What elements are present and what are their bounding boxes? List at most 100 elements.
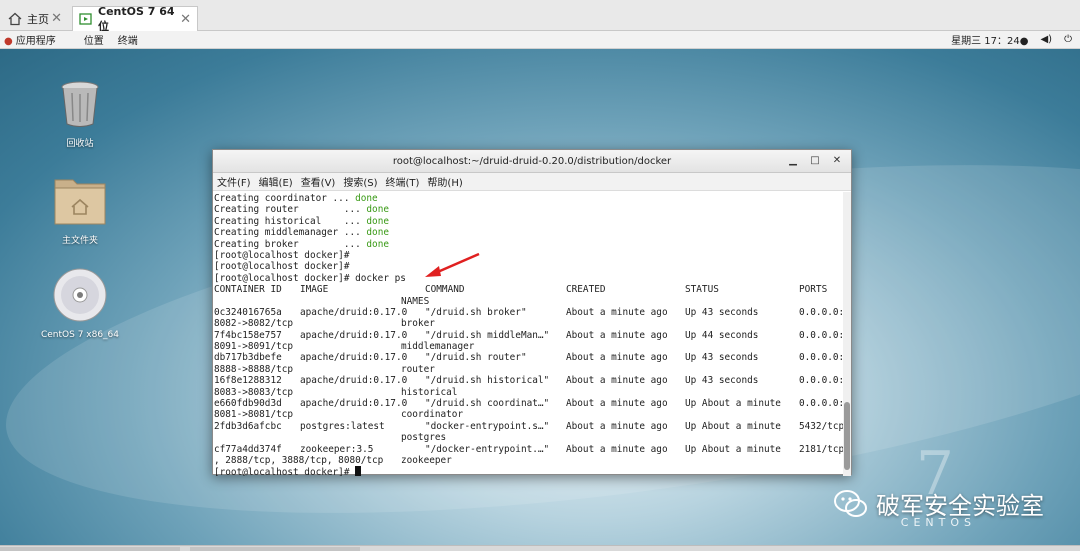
done-status: done — [366, 215, 389, 227]
output-text: Creating router ... — [214, 204, 367, 216]
red-arrow-annotation — [425, 252, 480, 277]
desktop-icon-trash[interactable]: 回收站 — [40, 79, 120, 149]
applications-menu[interactable]: ● 应用程序 — [4, 32, 70, 47]
applications-icon: ● — [4, 36, 13, 47]
container-id: cf77a4dd374f — [214, 443, 282, 455]
desktop-icon-disc[interactable]: CentOS 7 x86_64 — [40, 267, 120, 340]
table-row-cont: 8081->8081/tcp coordinator — [214, 409, 845, 420]
maximize-icon[interactable]: □ — [807, 154, 823, 168]
prompt-line: [root@localhost docker]# — [214, 261, 845, 272]
tab-home-label: 主页 — [27, 12, 49, 26]
scrollbar-thumb[interactable] — [844, 402, 850, 470]
image-name: zookeeper:3.5 — [300, 443, 374, 455]
menu-file[interactable]: 文件(F) — [217, 174, 251, 189]
clock[interactable]: 星期三 17：24● — [951, 32, 1028, 47]
command: "/druid.sh coordinat…" — [425, 398, 550, 410]
output-text: Creating broker ... — [214, 238, 367, 250]
header-command: COMMAND — [425, 284, 465, 296]
ports: 0.0.0.0: — [799, 375, 845, 387]
terminal-scrollbar[interactable] — [843, 192, 851, 476]
header-status: STATUS — [685, 284, 719, 296]
menu-edit[interactable]: 编辑(E) — [259, 174, 293, 189]
table-row-cont: 8091->8091/tcp middlemanager — [214, 341, 845, 352]
status: Up About a minute — [685, 443, 781, 455]
tab-centos[interactable]: CentOS 7 64 位 ✕ — [72, 5, 198, 33]
status: Up 43 seconds — [685, 306, 759, 318]
container-name: coordinator — [401, 409, 464, 421]
minimize-icon[interactable]: ▁ — [785, 154, 801, 168]
ports: 5432/tcp — [799, 420, 845, 432]
created: About a minute ago — [566, 420, 668, 432]
table-row: 0c324016765a apache/druid:0.17.0 "/druid.s… — [214, 307, 845, 318]
terminal-title: root@localhost:~/druid-druid-0.20.0/dist… — [392, 155, 672, 167]
desktop-icon-home[interactable]: 主文件夹 — [40, 174, 120, 246]
header-image: IMAGE — [300, 284, 329, 296]
close-icon[interactable]: ✕ — [180, 12, 191, 27]
status-segment — [0, 547, 180, 551]
desktop-icon-label: CentOS 7 x86_64 — [40, 330, 120, 340]
table-header: NAMES — [214, 296, 845, 307]
container-id: 0c324016765a — [214, 306, 282, 318]
output-text: Creating historical ... — [214, 215, 367, 227]
tab-home[interactable]: 主页 ✕ — [2, 6, 68, 31]
command: "/druid.sh historical" — [425, 375, 550, 387]
menu-terminal[interactable]: 终端(T) — [386, 174, 420, 189]
menu-view[interactable]: 查看(V) — [301, 174, 336, 189]
output-line: Creating historical ... done — [214, 216, 845, 227]
container-id: 7f4bc158e757 — [214, 329, 282, 341]
table-row: 7f4bc158e757 apache/druid:0.17.0 "/druid.s… — [214, 330, 845, 341]
ports: 0.0.0.0: — [799, 329, 845, 341]
done-status: done — [366, 204, 389, 216]
terminal-titlebar[interactable]: root@localhost:~/druid-druid-0.20.0/dist… — [213, 150, 851, 173]
menu-search[interactable]: 搜索(S) — [343, 174, 377, 189]
header-created: CREATED — [566, 284, 606, 296]
home-icon — [8, 12, 22, 26]
output-line: Creating coordinator ... done — [214, 193, 845, 204]
table-row: db717b3dbefe apache/druid:0.17.0 "/druid.s… — [214, 352, 845, 363]
image-name: apache/druid:0.17.0 — [300, 375, 408, 387]
centos-brand: CENTOS — [900, 516, 976, 529]
prompt-text: [root@localhost docker]# — [214, 467, 356, 476]
terminal-output[interactable]: Creating coordinator ... done Creating ro… — [213, 192, 845, 476]
command: "/druid.sh router" — [425, 352, 527, 364]
table-row: 16f8e1288312 apache/druid:0.17.0 "/druid.s… — [214, 375, 845, 386]
desktop-icon-label: 主文件夹 — [61, 236, 98, 246]
container-name: postgres — [401, 432, 447, 444]
created: About a minute ago — [566, 329, 668, 341]
ports: 0.0.0.0: — [799, 352, 845, 364]
image-name: apache/druid:0.17.0 — [300, 306, 408, 318]
power-icon[interactable]: ⏻ — [1064, 34, 1072, 45]
container-name: historical — [401, 386, 458, 398]
prompt-line: [root@localhost docker]# docker ps — [214, 273, 845, 284]
table-header: CONTAINER ID IMAGE COMMAND CREATED STATUS POR… — [214, 284, 845, 295]
terminal-window[interactable]: root@localhost:~/druid-druid-0.20.0/dist… — [212, 149, 852, 476]
text-cursor — [355, 466, 362, 476]
close-icon[interactable]: ✕ — [829, 154, 845, 168]
done-status: done — [366, 227, 389, 239]
menu-help[interactable]: 帮助(H) — [427, 174, 462, 189]
command: "docker-entrypoint.s…" — [425, 420, 550, 432]
ports-continued: , 2888/tcp, 3888/tcp, 8080/tcp — [214, 454, 384, 466]
status: Up About a minute — [685, 398, 781, 410]
ports-continued: 8083->8083/tcp — [214, 386, 294, 398]
prompt-line: [root@localhost docker]# — [214, 250, 845, 261]
status-segment — [190, 547, 360, 551]
container-id: 2fdb3d6afcbc — [214, 420, 282, 432]
header-names: NAMES — [401, 295, 430, 307]
volume-icon[interactable]: ◀) — [1040, 34, 1052, 45]
close-icon[interactable]: ✕ — [51, 11, 62, 26]
ports: 2181/tcp — [799, 443, 845, 455]
home-folder-icon — [40, 174, 120, 229]
places-menu[interactable]: 位置 — [84, 32, 104, 47]
terminal-menu[interactable]: 终端 — [118, 32, 138, 47]
created: About a minute ago — [566, 352, 668, 364]
header-ports: PORTS — [799, 284, 828, 296]
table-row: 2fdb3d6afcbc postgres:latest "docker-entry… — [214, 421, 845, 432]
table-row: e660fdb90d3d apache/druid:0.17.0 "/druid.s… — [214, 398, 845, 409]
container-id: db717b3dbefe — [214, 352, 282, 364]
table-row-cont: 8082->8082/tcp broker — [214, 318, 845, 329]
wechat-icon — [834, 489, 867, 517]
status: Up About a minute — [685, 420, 781, 432]
created: About a minute ago — [566, 443, 668, 455]
table-row-cont: , 2888/tcp, 3888/tcp, 8080/tcp zookeeper — [214, 455, 845, 466]
